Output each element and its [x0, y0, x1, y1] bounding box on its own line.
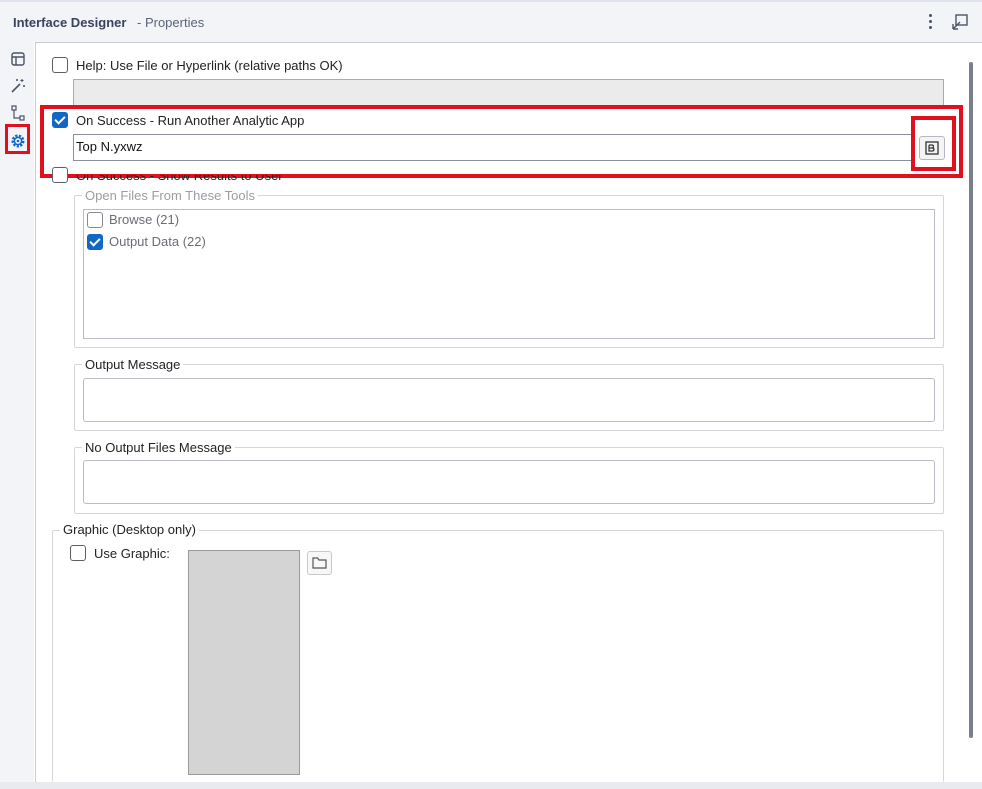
help-checkbox[interactable]: [52, 57, 68, 73]
run-app-checkbox[interactable]: [52, 112, 68, 128]
tool-output-data-checkbox[interactable]: [87, 234, 103, 250]
open-files-title: Open Files From These Tools: [82, 188, 259, 203]
tool-browse-label: Browse (21): [109, 212, 180, 227]
kebab-menu-icon[interactable]: [924, 13, 936, 31]
bottom-strip: [0, 782, 982, 789]
no-output-title: No Output Files Message: [82, 440, 235, 455]
window-title: Interface Designer: [13, 15, 127, 30]
graphic-preview: [188, 550, 300, 775]
no-output-input[interactable]: [83, 460, 935, 504]
help-label: Help: Use File or Hyperlink (relative pa…: [76, 58, 343, 73]
left-toolbar: [0, 42, 34, 789]
selected-tab-highlight: [5, 124, 30, 154]
tree-icon[interactable]: [9, 104, 27, 122]
tool-browse-checkbox[interactable]: [87, 212, 103, 228]
folder-icon: [312, 557, 327, 569]
help-path-input[interactable]: [73, 79, 944, 106]
browse-file-icon: [925, 141, 939, 155]
scrollbar[interactable]: [969, 62, 973, 738]
use-graphic-label: Use Graphic:: [94, 546, 170, 561]
run-app-path-input[interactable]: Top N.yxwz: [73, 134, 913, 161]
graphic-title: Graphic (Desktop only): [60, 522, 199, 537]
output-message-input[interactable]: [83, 378, 935, 422]
graphic-group: [52, 530, 944, 782]
window-subtitle: - Properties: [137, 15, 205, 30]
title-bar: Interface Designer - Properties: [0, 0, 982, 42]
layout-icon[interactable]: [9, 50, 27, 68]
show-results-checkbox[interactable]: [52, 167, 68, 183]
popout-icon[interactable]: [951, 13, 969, 31]
tool-output-data-label: Output Data (22): [109, 234, 206, 249]
magic-wand-icon[interactable]: [9, 77, 27, 95]
tools-list[interactable]: [83, 209, 935, 339]
use-graphic-checkbox[interactable]: [70, 545, 86, 561]
output-message-title: Output Message: [82, 357, 184, 372]
run-app-label: On Success - Run Another Analytic App: [76, 113, 305, 128]
graphic-browse-button[interactable]: [307, 551, 332, 575]
browse-app-button[interactable]: [919, 136, 945, 160]
